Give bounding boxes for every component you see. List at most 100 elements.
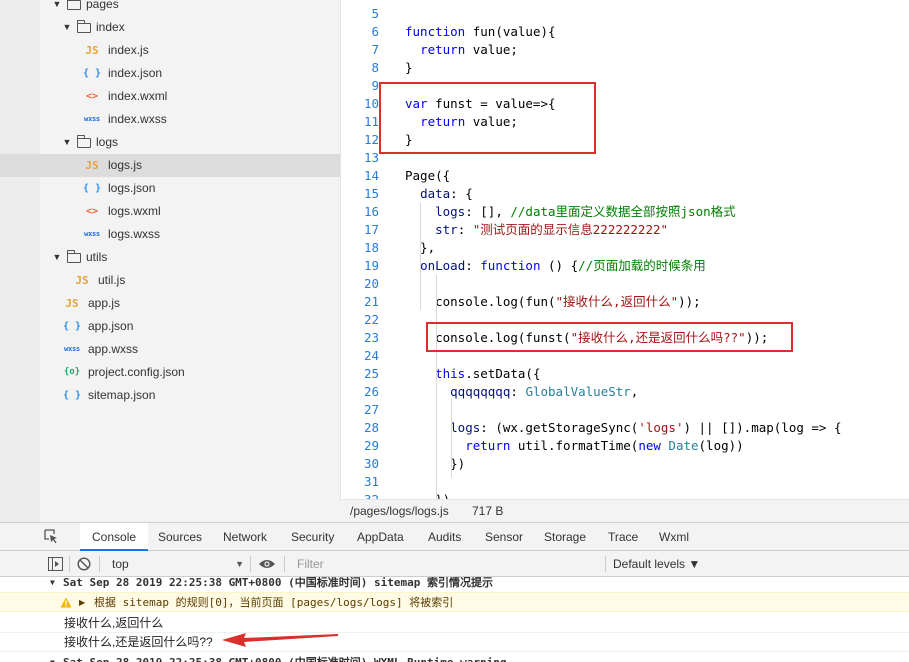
code-token: Page({ <box>405 168 451 183</box>
code-editor[interactable]: 5 6 function fun(value){7 return value; 8} 9… <box>340 0 909 499</box>
file-row[interactable]: {o} project.config.json <box>0 361 340 384</box>
tab-trace[interactable]: Trace <box>599 523 647 551</box>
toolbar-divider <box>284 556 285 572</box>
file-name: sitemap.json <box>88 388 156 402</box>
code-line[interactable]: 14 Page({ <box>341 167 909 185</box>
indent-guide <box>451 399 452 478</box>
tab-appdata[interactable]: AppData <box>348 523 413 551</box>
code-line[interactable]: 17 str: "测试页面的显示信息222222222" <box>341 221 909 239</box>
console-warning[interactable]: ▶ 根据 sitemap 的规则[0]，当前页面 [pages/logs/logs… <box>0 592 909 612</box>
folder-row[interactable]: ▼ logs <box>0 131 340 154</box>
chevron-down-icon[interactable]: ▼ <box>52 246 62 269</box>
line-number: 9 <box>371 78 379 93</box>
file-row[interactable]: JS index.js <box>0 39 340 62</box>
devtools-panel: Console Sources Network Security AppData Audi… <box>0 522 909 662</box>
file-row[interactable]: <> index.wxml <box>0 85 340 108</box>
code-line[interactable]: 15 data: { <box>341 185 909 203</box>
code-line[interactable]: 25 this.setData({ <box>341 365 909 383</box>
file-row[interactable]: { } index.json <box>0 62 340 85</box>
file-row[interactable]: wxss app.wxss <box>0 338 340 361</box>
file-row[interactable]: { } logs.json <box>0 177 340 200</box>
tab-audits[interactable]: Audits <box>419 523 470 551</box>
line-code: onLoad: function () {//页面加载的时候条用 <box>405 257 706 275</box>
code-body[interactable]: 5 6 function fun(value){7 return value; 8} 9… <box>341 0 909 499</box>
code-line[interactable]: 20 <box>341 275 909 293</box>
chevron-down-icon[interactable]: ▼ <box>62 131 72 154</box>
js-file-icon: JS <box>85 159 99 172</box>
file-path: /pages/logs/logs.js <box>350 504 449 518</box>
console-message-text: 根据 sitemap 的规则[0]，当前页面 [pages/logs/logs]… <box>94 596 454 609</box>
file-row[interactable]: wxss logs.wxss <box>0 223 340 246</box>
code-token: onLoad <box>420 258 466 273</box>
indent-guide <box>436 275 437 499</box>
console-group-header[interactable]: ▼ Sat Sep 28 2019 22:25:38 GMT+0800 (中国标准… <box>0 653 909 662</box>
code-line[interactable]: 32 }) <box>341 491 909 499</box>
tab-sensor[interactable]: Sensor <box>476 523 532 551</box>
expand-triangle-icon[interactable]: ▶ <box>79 593 85 613</box>
context-selector[interactable]: top ▼ <box>106 555 246 573</box>
file-explorer: ▼ pages ▼ index JS index.js { } index.json <> ind… <box>0 0 340 522</box>
tab-storage[interactable]: Storage <box>535 523 595 551</box>
line-code: str: "测试页面的显示信息222222222" <box>405 221 668 239</box>
tab-network[interactable]: Network <box>214 523 276 551</box>
file-row[interactable]: <> logs.wxml <box>0 200 340 223</box>
chevron-down-icon[interactable]: ▼ <box>52 0 62 16</box>
console-filter-input[interactable] <box>291 555 601 573</box>
inspect-element-icon[interactable] <box>44 529 59 544</box>
folder-row[interactable]: ▼ index <box>0 16 340 39</box>
code-line[interactable]: 26 qqqqqqqq: GlobalValueStr, <box>341 383 909 401</box>
file-row[interactable]: { } app.json <box>0 315 340 338</box>
editor-status-bar: /pages/logs/logs.js 717 B <box>340 499 909 522</box>
expand-triangle-icon[interactable]: ▼ <box>50 577 55 593</box>
code-line[interactable]: 8} <box>341 59 909 77</box>
code-token: str <box>435 222 458 237</box>
console-output: ▼ Sat Sep 28 2019 22:25:38 GMT+0800 (中国标准… <box>0 577 909 662</box>
sidebar-toggle-icon[interactable] <box>48 557 63 571</box>
code-line[interactable]: 28 logs: (wx.getStorageSync('logs') || [… <box>341 419 909 437</box>
file-row[interactable]: wxss index.wxss <box>0 108 340 131</box>
console-group-header[interactable]: ▼ Sat Sep 28 2019 22:25:38 GMT+0800 (中国标准… <box>0 577 909 593</box>
line-number: 30 <box>363 456 379 471</box>
file-row[interactable]: { } sitemap.json <box>0 384 340 407</box>
code-line[interactable]: 21 console.log(fun("接收什么,返回什么")); <box>341 293 909 311</box>
annotation-box <box>379 82 596 154</box>
code-line[interactable]: 31 <box>341 473 909 491</box>
code-line[interactable]: 30 }) <box>341 455 909 473</box>
code-line[interactable]: 16 logs: [], //data里面定义数据全部按照json格式 <box>341 203 909 221</box>
tab-console[interactable]: Console <box>80 523 149 551</box>
line-number: 13 <box>363 150 379 165</box>
code-line[interactable]: 6 function fun(value){ <box>341 23 909 41</box>
chevron-down-icon[interactable]: ▼ <box>62 16 72 39</box>
expand-triangle-icon[interactable]: ▼ <box>50 653 55 662</box>
tab-sources[interactable]: Sources <box>149 523 211 551</box>
file-row[interactable]: JS app.js <box>0 292 340 315</box>
folder-row[interactable]: ▼ utils <box>0 246 340 269</box>
file-name: logs.wxml <box>108 204 161 218</box>
tab-security[interactable]: Security <box>282 523 343 551</box>
folder-row[interactable]: ▼ pages <box>0 0 340 16</box>
code-line[interactable]: 19 onLoad: function () {//页面加载的时候条用 <box>341 257 909 275</box>
line-number: 16 <box>363 204 379 219</box>
folder-icon <box>77 135 91 148</box>
tab-wxml[interactable]: Wxml <box>650 523 698 551</box>
code-line[interactable]: 27 <box>341 401 909 419</box>
code-token: data <box>420 186 451 201</box>
code-line[interactable]: 7 return value; <box>341 41 909 59</box>
code-token: fun(value){ <box>465 24 556 39</box>
context-value: top <box>112 557 129 571</box>
file-row[interactable]: JS util.js <box>0 269 340 292</box>
file-size: 717 B <box>472 504 504 518</box>
eye-icon[interactable] <box>258 558 276 570</box>
toolbar-divider <box>69 556 70 572</box>
code-line[interactable]: 5 <box>341 5 909 23</box>
file-name: logs.wxss <box>108 227 161 241</box>
file-row[interactable]: JS logs.js <box>0 154 340 177</box>
code-line[interactable]: 18 }, <box>341 239 909 257</box>
code-token: , <box>630 384 639 399</box>
log-levels-dropdown[interactable]: Default levels ▼ <box>613 551 700 577</box>
console-message-text: Sat Sep 28 2019 22:25:38 GMT+0800 (中国标准时… <box>63 577 494 589</box>
clear-console-icon[interactable] <box>77 557 91 571</box>
code-line[interactable]: 29 return util.formatTime(new Date(log)) <box>341 437 909 455</box>
